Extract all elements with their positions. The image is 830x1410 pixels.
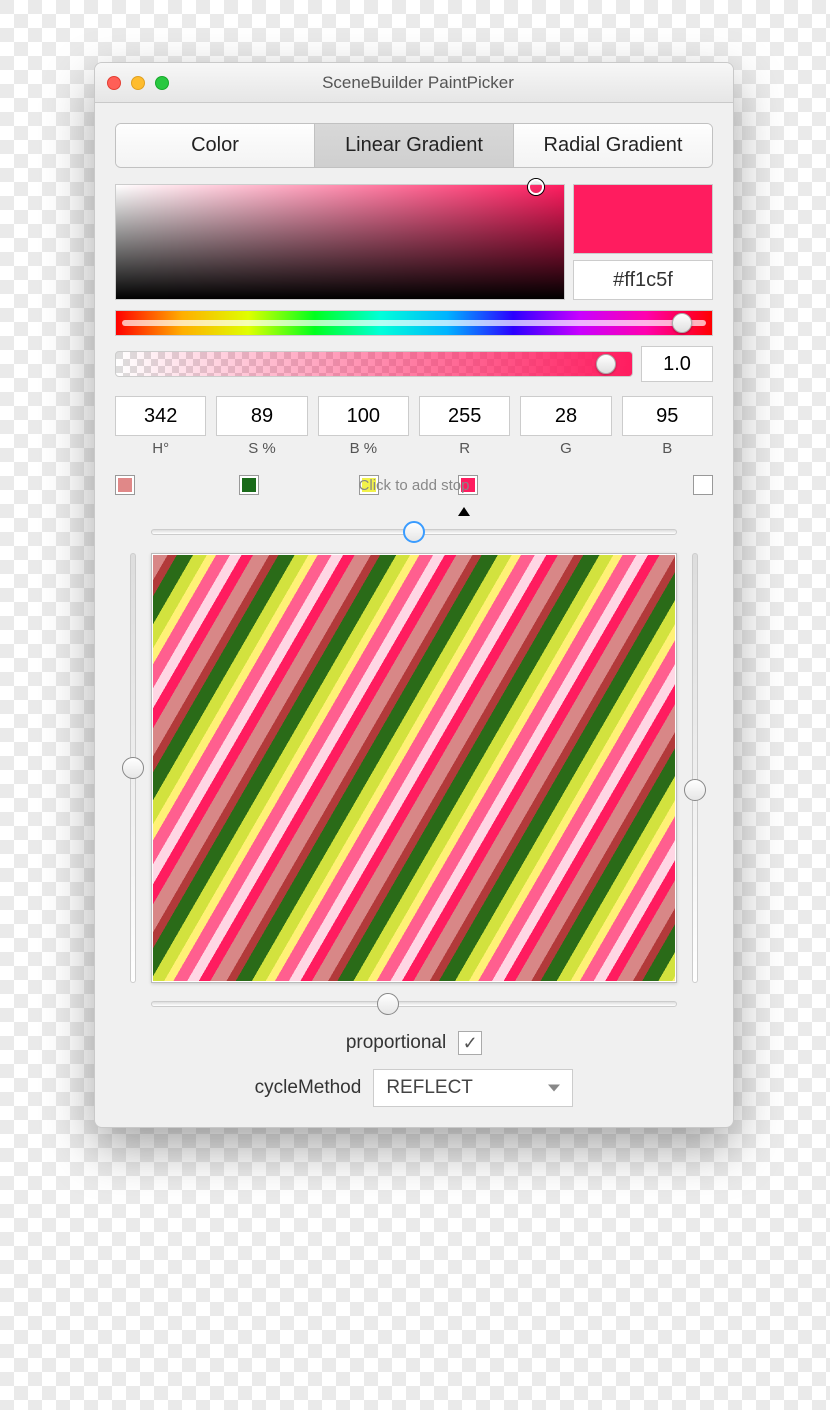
tab-linear-gradient[interactable]: Linear Gradient [315,124,514,167]
cycle-method-label: cycleMethod [255,1077,362,1099]
blue-label: B [622,440,713,457]
selected-stop-marker-icon [458,507,470,516]
gradient-stops-track[interactable]: Click to add stop [115,471,713,499]
tab-color[interactable]: Color [116,124,315,167]
alpha-field[interactable]: 1.0 [641,346,713,382]
hue-thumb[interactable] [672,313,692,333]
alpha-thumb[interactable] [596,354,616,374]
slider-thumb[interactable] [403,521,425,543]
start-x-slider[interactable] [151,519,677,545]
slider-thumb[interactable] [377,993,399,1015]
red-label: R [419,440,510,457]
titlebar: SceneBuilder PaintPicker [95,63,733,103]
gradient-preview [151,553,677,983]
slider-thumb[interactable] [122,757,144,779]
color-swatch [573,184,713,254]
chevron-down-icon [548,1085,560,1092]
tab-radial-gradient[interactable]: Radial Gradient [514,124,712,167]
red-field[interactable]: 255 [419,396,510,436]
end-x-slider[interactable] [151,991,677,1017]
hue-label: H° [115,440,206,457]
slider-thumb[interactable] [684,779,706,801]
paint-picker-window: SceneBuilder PaintPicker Color Linear Gr… [94,62,734,1128]
proportional-label: proportional [346,1032,446,1054]
hue-field[interactable]: 342 [115,396,206,436]
saturation-label: S % [216,440,307,457]
cycle-method-select[interactable]: REFLECT [373,1069,573,1107]
satval-cursor-icon[interactable] [528,179,544,195]
start-y-slider[interactable] [115,553,151,983]
cycle-method-value: REFLECT [386,1077,473,1099]
brightness-field[interactable]: 100 [318,396,409,436]
content: Color Linear Gradient Radial Gradient #f… [95,103,733,1127]
end-y-slider[interactable] [677,553,713,983]
alpha-slider[interactable] [115,351,633,377]
add-stop-hint: Click to add stop [359,477,470,494]
hex-field[interactable]: #ff1c5f [573,260,713,300]
gradient-stop[interactable] [693,475,713,495]
gradient-stop[interactable] [115,475,135,495]
proportional-checkbox[interactable] [458,1031,482,1055]
saturation-value-picker[interactable] [115,184,565,300]
green-label: G [520,440,611,457]
blue-field[interactable]: 95 [622,396,713,436]
green-field[interactable]: 28 [520,396,611,436]
window-title: SceneBuilder PaintPicker [115,73,721,93]
saturation-field[interactable]: 89 [216,396,307,436]
paint-type-tabs: Color Linear Gradient Radial Gradient [115,123,713,168]
gradient-stop[interactable] [239,475,259,495]
hue-slider[interactable] [115,310,713,336]
brightness-label: B % [318,440,409,457]
